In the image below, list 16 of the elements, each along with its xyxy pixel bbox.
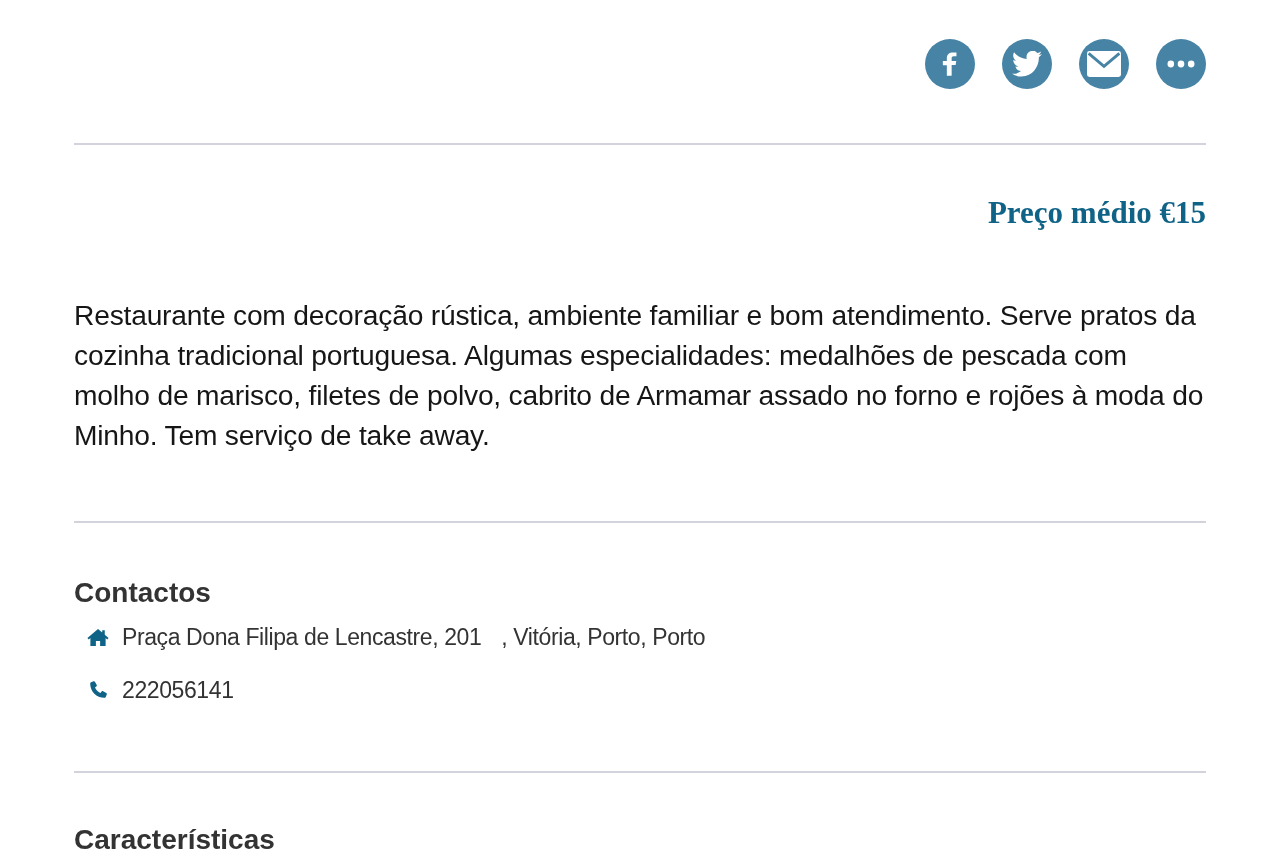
share-button[interactable] <box>925 39 975 89</box>
house-icon <box>87 627 109 647</box>
phone-icon <box>88 680 108 700</box>
phone-number: 222056141 <box>122 676 234 705</box>
address-text: , Vitória, Porto, Porto <box>501 623 706 652</box>
share-button[interactable] <box>1002 39 1052 89</box>
average-price: Preço médio €15 <box>987 196 1206 230</box>
ellipsis-icon <box>1167 60 1195 68</box>
envelope-icon <box>1087 51 1121 77</box>
share-button[interactable] <box>1079 39 1129 89</box>
description-paragraph: Restaurante com decoração rústica, ambiente familiar e bom atendimento. Serve pratos da cozinha tradicional portuguesa. Algumas especialidades: medalhões de pescada com molho de marisco, filetes de polvo, cabrito de Armamar assado no forno e rojões à moda do Minho. Tem serviço de take away. <box>74 298 1205 453</box>
share-button[interactable] <box>1156 39 1206 89</box>
section-heading: Contactos <box>74 576 212 610</box>
section-heading: Características <box>74 823 276 853</box>
bird-icon <box>1012 51 1042 77</box>
address-text: Praça Dona Filipa de Lencastre, 201 <box>122 623 482 652</box>
